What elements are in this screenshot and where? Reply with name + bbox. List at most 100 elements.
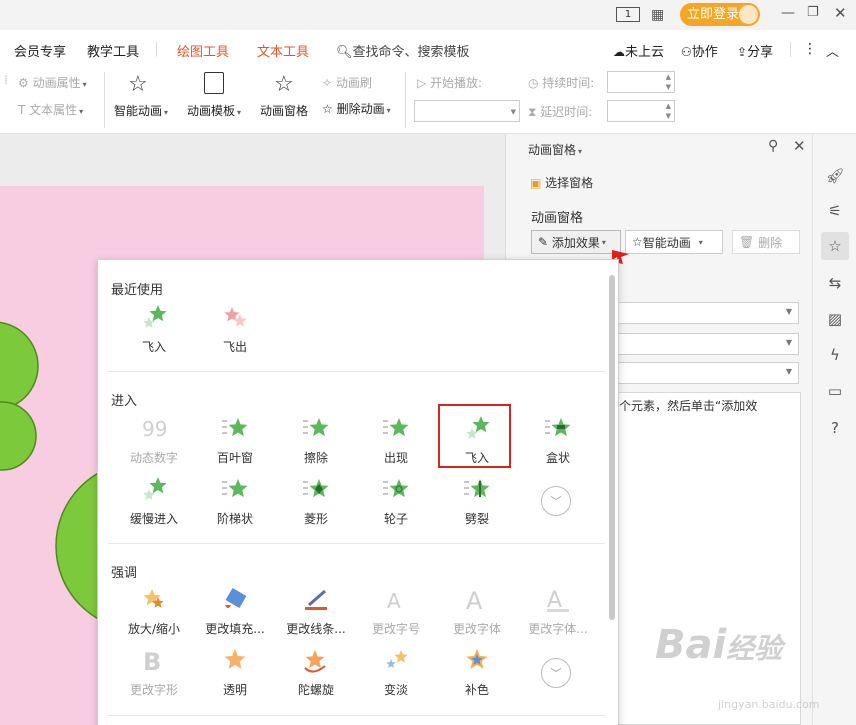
enter-effect-item[interactable]: 出现 bbox=[358, 414, 434, 470]
close-pane-icon[interactable]: ✕ bbox=[793, 137, 806, 155]
recent-section-title: 最近使用 bbox=[111, 283, 164, 298]
emphasis-effect-item[interactable]: 放大/缩小 bbox=[116, 585, 192, 641]
login-button[interactable]: 立即登录 bbox=[680, 3, 760, 26]
start-combo[interactable]: ▼ bbox=[612, 302, 799, 324]
emphasis-effect-item[interactable]: A 更改字体... bbox=[520, 585, 596, 641]
enter-effect-item[interactable]: 百叶窗 bbox=[197, 414, 273, 470]
select-pane-button[interactable]: ▣ 选择窗格 bbox=[530, 174, 593, 191]
duration-label: 持续时间: bbox=[542, 76, 595, 90]
search-placeholder: 查找命令、搜索模板 bbox=[352, 45, 470, 60]
animation-pane-button[interactable]: 动画窗格 bbox=[260, 102, 308, 119]
energy-icon[interactable]: ϟ bbox=[821, 341, 849, 369]
change-font-icon: A bbox=[462, 585, 492, 615]
anim-attr-button[interactable]: ⚙ 动画属性 ▾ bbox=[18, 74, 87, 91]
tree-foliage-left-lower[interactable] bbox=[0, 401, 37, 471]
share-button[interactable]: ⇪分享 bbox=[737, 41, 773, 60]
tab-text-tools[interactable]: 文本工具 bbox=[257, 41, 309, 60]
emphasis-effect-item[interactable]: 变淡 bbox=[358, 646, 434, 702]
start-play-button[interactable]: ▷ 开始播放: bbox=[417, 74, 482, 91]
emphasis-effect-item[interactable]: A 更改字体 bbox=[439, 585, 515, 641]
add-effect-dropdown: 最近使用 飞入 飞出 进入 99 动态数字 百叶窗 擦除 出现 飞入 盒状 缓慢进入 阶梯状 菱形轮… bbox=[97, 259, 619, 725]
anim-attr-label: 动画属性 bbox=[32, 76, 81, 90]
delay-spinner[interactable]: ▲ ▼ bbox=[607, 100, 675, 122]
emphasis-effect-item[interactable]: A 更改字号 bbox=[358, 585, 434, 641]
emphasis-effect-item[interactable]: B 更改字形 bbox=[116, 646, 192, 702]
text-attr-label: 文本属性 bbox=[29, 103, 78, 117]
command-search[interactable]: 🔍︎查找命令、搜索模板 bbox=[336, 41, 470, 60]
delete-effect-label: 删除 bbox=[758, 235, 783, 250]
transparency-star-icon bbox=[220, 646, 250, 674]
restore-icon[interactable]: ❐ bbox=[807, 5, 819, 20]
recent-effect-label: 飞入 bbox=[141, 340, 166, 354]
enter-effect-item[interactable]: 阶梯状 bbox=[197, 475, 273, 531]
enter-effect-item[interactable]: 擦除 bbox=[278, 414, 354, 470]
tab-member[interactable]: 会员专享 bbox=[14, 41, 66, 60]
start-mode-select[interactable]: ▼ bbox=[414, 100, 520, 122]
rocket-icon[interactable]: 🚀︎ bbox=[821, 162, 849, 190]
delete-effect-button[interactable]: 🗑︎ 删除 bbox=[732, 230, 800, 254]
duration-spinner[interactable]: ▲ ▼ bbox=[607, 71, 675, 93]
collapse-ribbon-icon[interactable]: ︿ bbox=[826, 41, 839, 60]
enter-effect-item[interactable]: 缓慢进入 bbox=[116, 475, 192, 531]
text-attr-button[interactable]: T 文本属性 ▾ bbox=[18, 101, 83, 118]
more-enter-effects-icon[interactable]: ﹀ bbox=[541, 486, 571, 516]
cloud-status-button[interactable]: ☁未上云 bbox=[613, 41, 664, 60]
title-bar: 1 ▦ 立即登录 — ❐ ✕ bbox=[0, 0, 856, 30]
trash-icon: 🗑︎ bbox=[739, 235, 755, 249]
animation-template-button[interactable]: 动画模板 ▾ bbox=[187, 102, 241, 119]
animation-star-icon[interactable]: ☆ bbox=[821, 232, 849, 260]
share-label: 分享 bbox=[747, 45, 774, 60]
enter-effect-item[interactable]: 99 动态数字 bbox=[116, 414, 192, 470]
more-emphasis-effects-icon[interactable]: ﹀ bbox=[541, 658, 571, 688]
animation-template-icon[interactable] bbox=[204, 72, 224, 94]
more-menu-icon[interactable]: ⋮ bbox=[803, 41, 817, 57]
delete-animation-button[interactable]: ☆ 删除动画 ▾ bbox=[322, 100, 391, 117]
tab-drawing-tools[interactable]: 绘图工具 bbox=[177, 41, 229, 60]
property-combo[interactable]: ▼ bbox=[612, 333, 799, 355]
wheel-star-icon bbox=[381, 475, 411, 503]
animation-brush-button[interactable]: ✧ 动画刷 bbox=[322, 74, 372, 91]
close-window-icon[interactable]: ✕ bbox=[834, 4, 847, 22]
recent-effect-item[interactable]: 飞出 bbox=[197, 303, 273, 359]
smart-animation-pane-icon: ☆ bbox=[632, 235, 643, 249]
emphasis-effect-item[interactable]: 更改填充... bbox=[197, 585, 273, 641]
smart-animation-button[interactable]: 智能动画 ▾ bbox=[114, 102, 168, 119]
image-edit-icon[interactable]: ▨ bbox=[821, 305, 849, 333]
enter-effect-item[interactable]: 轮子 bbox=[358, 475, 434, 531]
minimize-icon[interactable]: — bbox=[781, 5, 795, 21]
grid-view-icon[interactable]: ▦ bbox=[651, 7, 664, 23]
watermark-brand-text: Bai bbox=[655, 622, 727, 668]
smart-animation-pane-button[interactable]: ☆ 智能动画 ▾ bbox=[625, 230, 723, 254]
emphasis-effect-item[interactable]: 陀螺旋 bbox=[278, 646, 354, 702]
emphasis-effect-item[interactable]: 补色 bbox=[439, 646, 515, 702]
animation-pane-icon[interactable]: ☆ bbox=[274, 72, 294, 97]
emphasis-effect-item[interactable]: 透明 bbox=[197, 646, 273, 702]
pin-icon[interactable]: ⚲ bbox=[768, 138, 778, 154]
split-star-icon bbox=[462, 475, 492, 503]
recent-effect-item[interactable]: 飞入 bbox=[116, 303, 192, 359]
collaborate-button[interactable]: ⚇协作 bbox=[681, 41, 718, 60]
pane-header[interactable]: 动画窗格 ▾ bbox=[528, 141, 582, 158]
transition-icon[interactable]: ⇆ bbox=[821, 269, 849, 297]
tree-foliage-left[interactable] bbox=[0, 321, 39, 411]
add-effect-button[interactable]: ✎ 添加效果 ▾ bbox=[531, 230, 621, 254]
enter-effect-item[interactable]: 菱形 bbox=[278, 475, 354, 531]
animation-pane-label: 动画窗格 bbox=[260, 104, 309, 118]
enter-effect-item[interactable]: 盒状 bbox=[520, 414, 596, 470]
smart-animation-icon[interactable]: ☆ bbox=[128, 72, 148, 97]
tab-divider bbox=[790, 42, 791, 57]
animation-list[interactable]: 某个元素，然后单击“添加效 bbox=[600, 392, 801, 725]
empty-hint-text: 某个元素，然后单击“添加效 bbox=[607, 399, 758, 413]
help-icon[interactable]: ? bbox=[821, 414, 849, 442]
add-effect-label: 添加效果 bbox=[551, 235, 600, 250]
sliders-icon[interactable]: ⚟ bbox=[821, 197, 849, 225]
speed-combo[interactable]: ▼ bbox=[612, 362, 799, 384]
book-icon[interactable]: ▭ bbox=[821, 377, 849, 405]
page-count-icon[interactable]: 1 bbox=[616, 7, 640, 22]
fly-in-star-icon bbox=[139, 303, 169, 331]
fly-out-star-icon bbox=[220, 303, 250, 331]
dropdown-scrollbar[interactable] bbox=[609, 275, 615, 620]
enter-effect-item[interactable]: 劈裂 bbox=[439, 475, 515, 531]
tab-teaching-tools[interactable]: 教学工具 bbox=[87, 41, 139, 60]
emphasis-effect-item[interactable]: 更改线条... bbox=[278, 585, 354, 641]
